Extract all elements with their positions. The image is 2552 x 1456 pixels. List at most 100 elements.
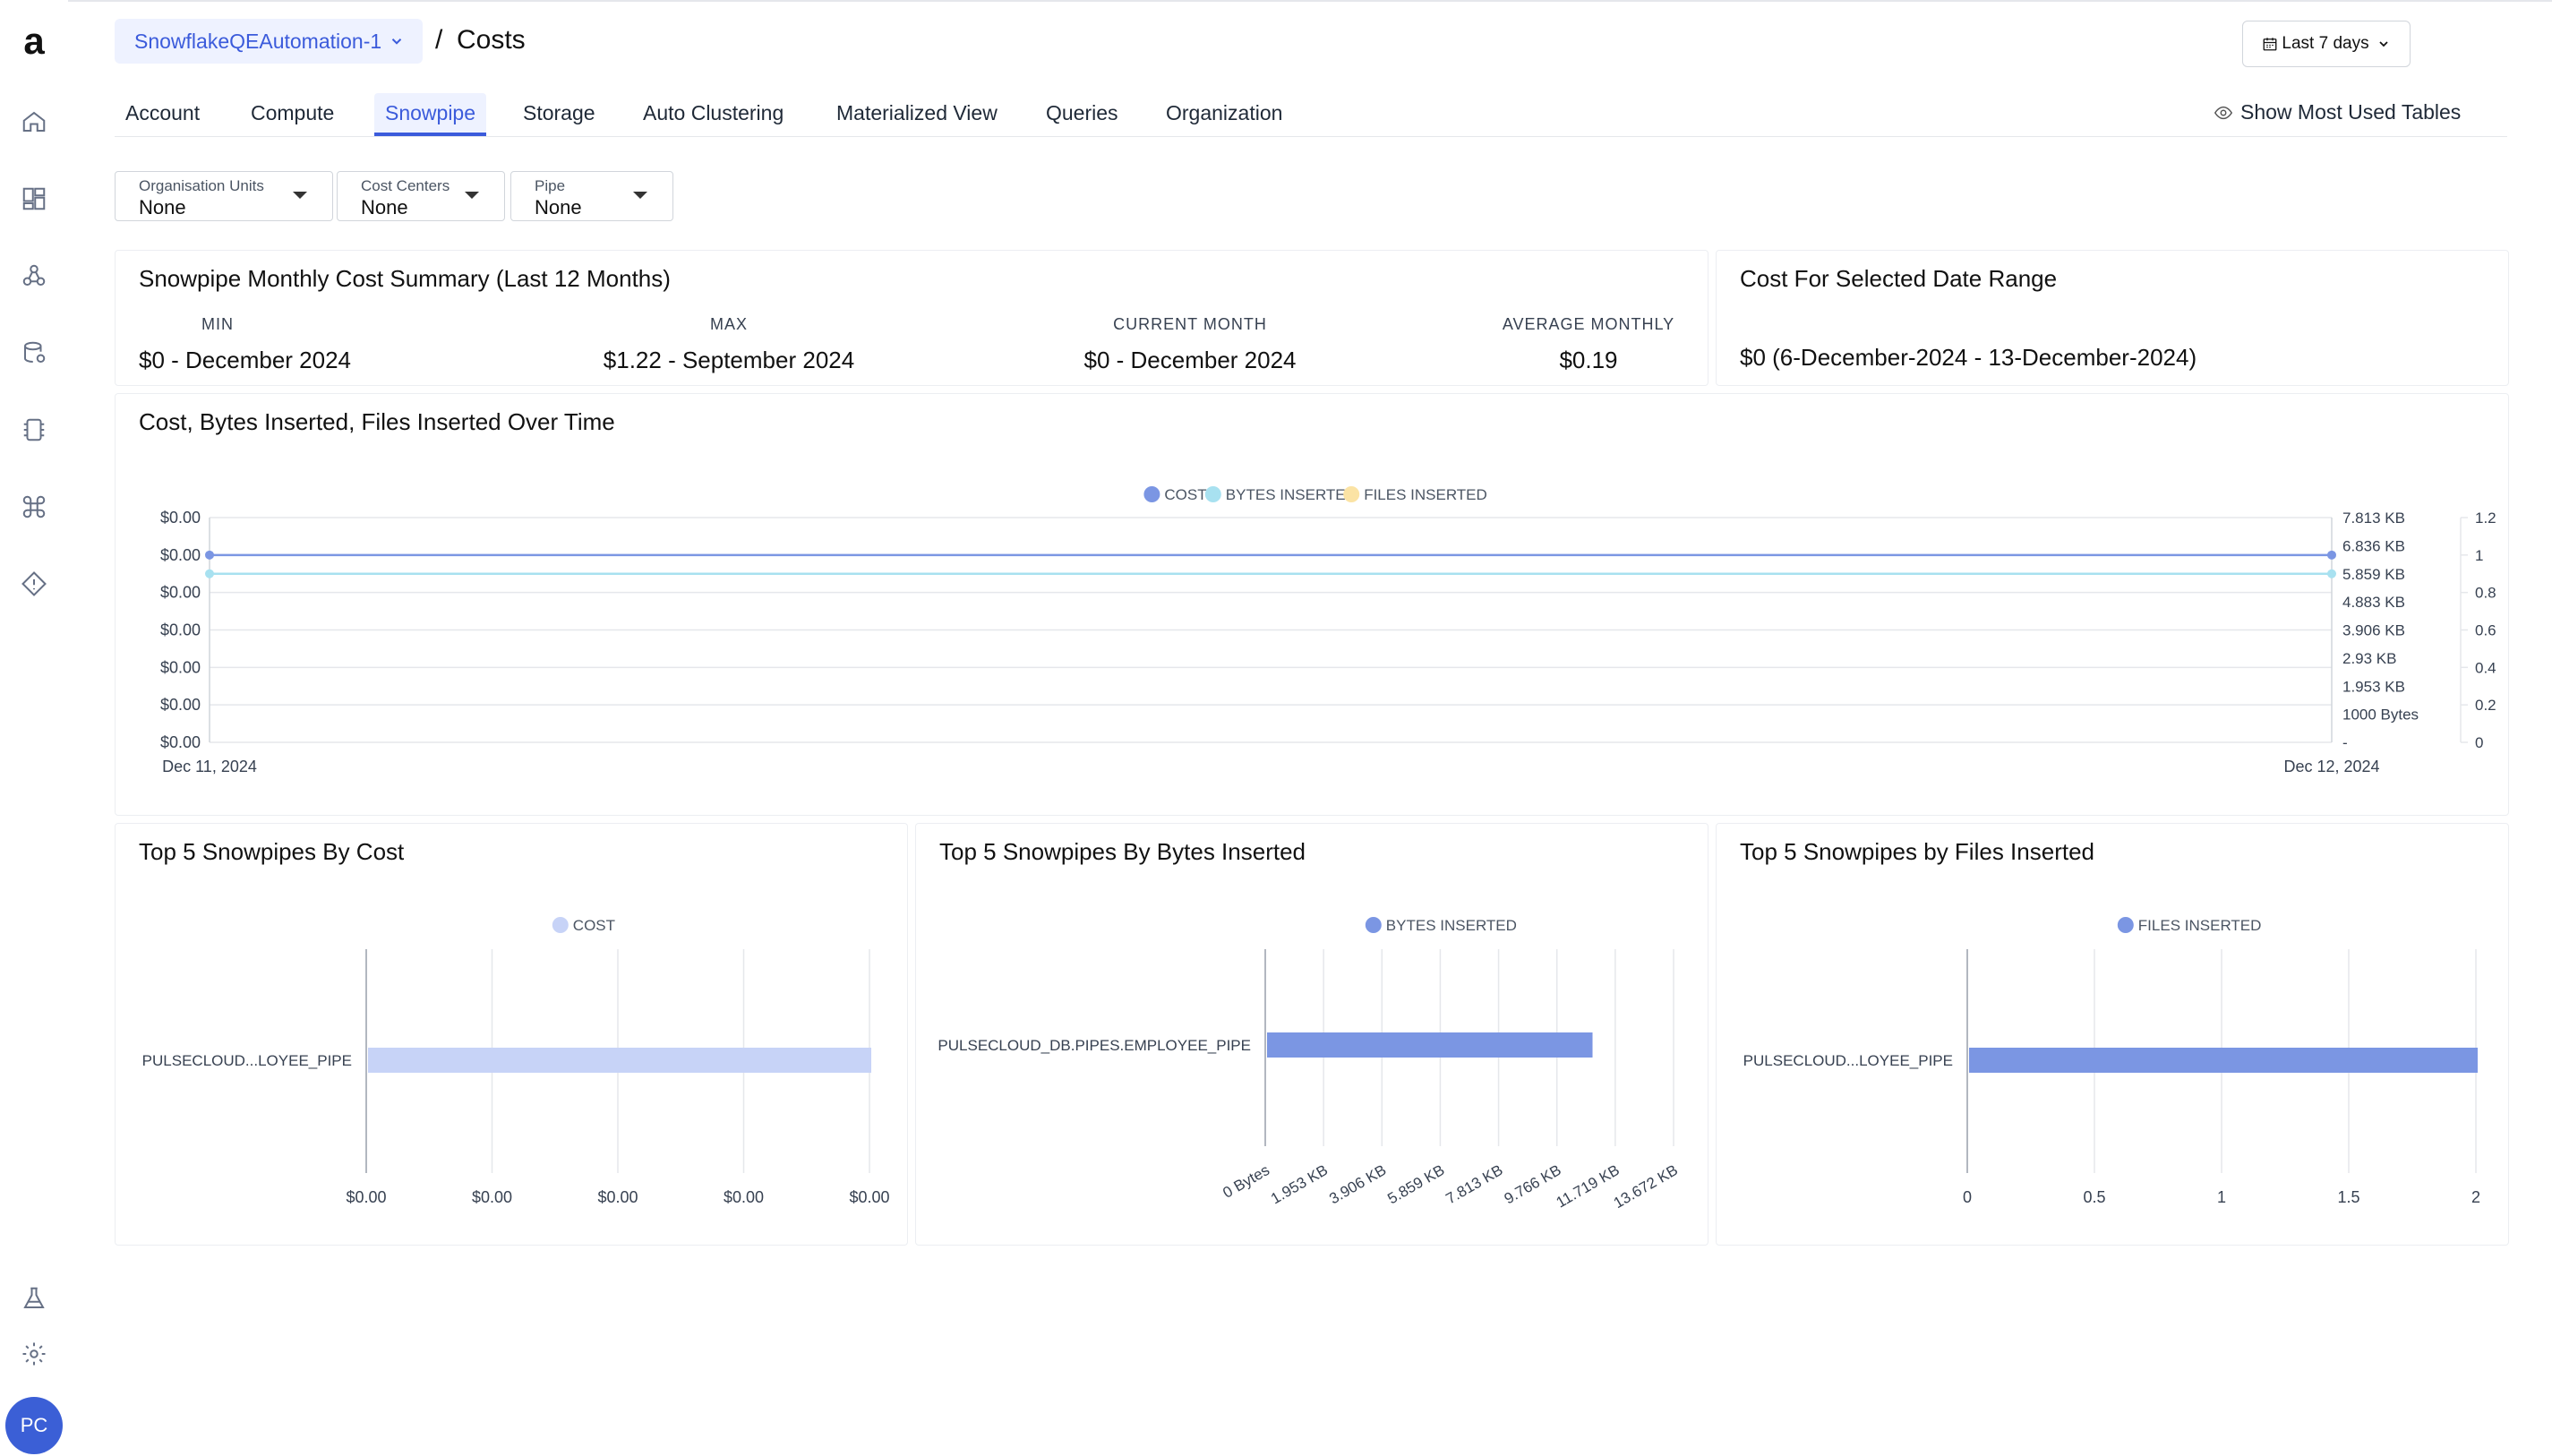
files-inserted-point (2327, 550, 2336, 560)
selected-range-cost-card: Cost For Selected Date Range $0 (6-Decem… (1716, 250, 2509, 386)
top-bytes-card: Top 5 Snowpipes By Bytes Inserted BYTES … (915, 823, 1708, 1246)
legend-swatch (2117, 917, 2134, 933)
home-icon[interactable] (18, 106, 50, 138)
legend-swatch (1365, 917, 1382, 933)
calendar-icon (2263, 38, 2277, 51)
top-cost-card: Top 5 Snowpipes By Cost COST $0.00 $0.00 $0… (115, 823, 908, 1246)
date-range-label: Last 7 days (2282, 34, 2369, 53)
network-icon[interactable] (18, 260, 50, 292)
chip-icon[interactable] (18, 414, 50, 446)
time-series-card: Cost, Bytes Inserted, Files Inserted Ove… (115, 393, 2509, 816)
time-series-chart: COST BYTES INSERTED FILES INSERTED $0.00 $0.… (160, 486, 2496, 775)
settings-gear-icon[interactable] (18, 1338, 50, 1370)
breadcrumb-separator: / (435, 25, 443, 55)
y-right-tick-label: 3.906 KB (2342, 622, 2405, 639)
eye-icon (2214, 106, 2233, 119)
y-right2-tick-label: 1 (2475, 547, 2483, 564)
x-tick-label: 1.5 (2337, 1188, 2359, 1206)
x-tick-label: 7.813 KB (1443, 1161, 1505, 1207)
user-avatar[interactable]: PC (5, 1397, 63, 1454)
stat-average-monthly: AVERAGE MONTHLY $0.19 (1494, 315, 1683, 374)
top-files-card: Top 5 Snowpipes by Files Inserted FILES … (1716, 823, 2509, 1246)
y-right-tick-label: 1000 Bytes (2342, 707, 2419, 724)
x-tick-label: $0.00 (346, 1188, 386, 1206)
y-right2-tick-label: 0.8 (2475, 585, 2496, 602)
x-tick-label: 13.672 KB (1611, 1161, 1681, 1212)
x-tick-label: $0.00 (849, 1188, 889, 1206)
stat-label: CURRENT MONTH (1113, 315, 1267, 333)
x-tick-label: Dec 11, 2024 (162, 758, 257, 775)
y-left-tick-label: $0.00 (160, 509, 201, 527)
y-right-tick-label: 5.859 KB (2342, 566, 2405, 583)
tab-materialized-view[interactable]: Materialized View (826, 93, 1008, 133)
pipe-select[interactable]: Pipe None (510, 171, 673, 221)
x-tick-label: 9.766 KB (1502, 1161, 1564, 1207)
database-icon[interactable] (18, 337, 50, 369)
lab-flask-icon[interactable] (18, 1282, 50, 1315)
stat-current-month: CURRENT MONTH $0 - December 2024 (1056, 315, 1324, 374)
top-files-chart: FILES INSERTED 0 0.5 1 1.5 2 PULSECLOUD...LOYE… (1743, 917, 2480, 1206)
x-tick-label: $0.00 (472, 1188, 512, 1206)
x-tick-label: 0 (1963, 1188, 1972, 1206)
filter-value: None (139, 196, 186, 218)
sidebar: a PC (0, 0, 68, 1456)
y-left-tick-label: $0.00 (160, 584, 201, 602)
y-right2-tick-label: 1.2 (2475, 510, 2496, 527)
cost-tabs: Account Compute Snowpipe Storage Auto Cl… (115, 93, 2507, 137)
category-label: PULSECLOUD_DB.PIPES.EMPLOYEE_PIPE (938, 1037, 1251, 1054)
tab-organization[interactable]: Organization (1155, 93, 1293, 133)
dropdown-caret-icon (465, 192, 479, 199)
category-label: PULSECLOUD...LOYEE_PIPE (142, 1052, 352, 1069)
stat-value: $0.19 (1559, 347, 1618, 373)
tab-compute[interactable]: Compute (240, 93, 345, 133)
legend-swatch (1204, 486, 1221, 502)
bar (368, 1048, 871, 1073)
diamond-alert-icon[interactable] (18, 568, 50, 600)
app-logo[interactable]: a (18, 22, 50, 60)
tab-queries[interactable]: Queries (1035, 93, 1129, 133)
filter-label: Organisation Units (139, 177, 264, 194)
legend-swatch (1143, 486, 1160, 502)
stat-label: MAX (709, 315, 748, 333)
x-tick-label: 0 Bytes (1220, 1161, 1272, 1202)
cost-centers-select[interactable]: Cost Centers None (337, 171, 505, 221)
filter-value: None (535, 196, 582, 218)
dropdown-caret-icon (633, 192, 647, 199)
y-right-tick-label: 1.953 KB (2342, 678, 2405, 695)
top-bytes-chart: BYTES INSERTED 0 Bytes1.953 KB3.906 KB5.8… (938, 917, 1681, 1212)
chevron-down-icon (2378, 41, 2388, 47)
stat-min: MIN $0 - December 2024 (139, 315, 352, 374)
stat-value: $1.22 - September 2024 (603, 347, 855, 373)
y-right-tick-label: 2.93 KB (2342, 650, 2397, 667)
top-border (0, 0, 2552, 2)
legend-label: BYTES INSERTED (1386, 917, 1517, 934)
x-tick-label: 1 (2217, 1188, 2226, 1206)
legend-swatch (552, 917, 569, 933)
y-right-tick-label: 7.813 KB (2342, 510, 2405, 527)
legend-label: FILES INSERTED (2138, 917, 2262, 934)
stat-label: MIN (201, 315, 234, 333)
files-inserted-point (205, 550, 214, 560)
tab-auto-clustering[interactable]: Auto Clustering (632, 93, 794, 133)
tab-snowpipe[interactable]: Snowpipe (374, 93, 487, 136)
tab-account[interactable]: Account (115, 93, 210, 133)
range-cost-value: $0 (6-December-2024 - 13-December-2024) (1740, 344, 2197, 371)
command-icon[interactable] (18, 491, 50, 523)
dashboard-icon[interactable] (18, 183, 50, 215)
stat-value: $0 - December 2024 (139, 347, 352, 373)
y-right-tick-label: - (2342, 734, 2348, 751)
workspace-selector[interactable]: SnowflakeQEAutomation-1 (115, 19, 423, 64)
date-range-button[interactable]: Last 7 days (2242, 21, 2411, 67)
x-tick-label: 5.859 KB (1384, 1161, 1447, 1207)
filter-label: Pipe (535, 177, 566, 194)
x-tick-label: $0.00 (724, 1188, 764, 1206)
bytes-inserted-point (2327, 569, 2336, 578)
workspace-name: SnowflakeQEAutomation-1 (134, 29, 382, 53)
show-most-used-tables-link[interactable]: Show Most Used Tables (2214, 100, 2461, 124)
y-left-tick-label: $0.00 (160, 696, 201, 714)
legend-label: COST (573, 917, 615, 934)
y-right2-tick-label: 0.6 (2475, 622, 2496, 639)
organisation-units-select[interactable]: Organisation Units None (115, 171, 333, 221)
legend-label: FILES INSERTED (1364, 486, 1487, 503)
tab-storage[interactable]: Storage (512, 93, 606, 133)
